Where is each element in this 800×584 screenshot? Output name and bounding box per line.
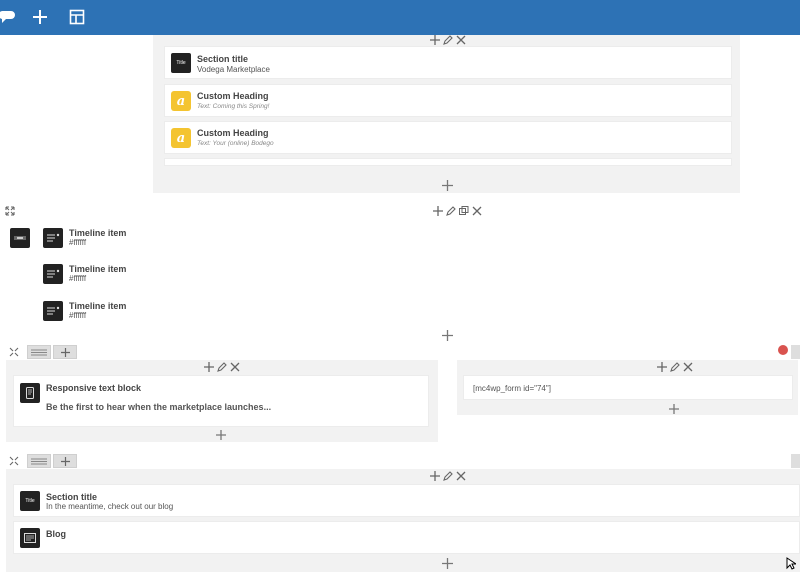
shortcode-card[interactable]: [mc4wp_form id="74"] [463, 375, 793, 400]
add-element-icon[interactable] [31, 8, 49, 26]
timeline-controls [433, 206, 482, 216]
title-thumb-icon: Title [171, 53, 191, 73]
element-title: Responsive text block [46, 383, 142, 393]
column-left-controls [204, 362, 240, 372]
timeline-item-icon [43, 264, 63, 284]
cursor-icon [786, 557, 798, 573]
element-title: Section title [197, 54, 249, 64]
close-icon[interactable] [230, 362, 240, 372]
timeline-item-subtitle: #ffffff [69, 238, 87, 247]
close-icon[interactable] [472, 206, 482, 216]
responsive-text-icon [20, 383, 40, 403]
custom-heading-icon: a [171, 128, 191, 148]
blog-icon [20, 528, 40, 548]
element-subtitle: Vodega Marketplace [197, 65, 270, 74]
custom-heading-icon: a [171, 91, 191, 111]
element-subtitle: Text: Coming this Spring! [197, 103, 270, 110]
timeline-item-title: Timeline item [69, 228, 127, 238]
title-thumb-icon: Title [20, 491, 40, 511]
close-icon[interactable] [456, 35, 466, 45]
timeline-icon [10, 228, 30, 248]
add-element-icon[interactable] [442, 558, 453, 572]
scroll-stub [791, 454, 800, 468]
element-title: Custom Heading [197, 128, 269, 138]
add-icon[interactable] [204, 362, 214, 372]
status-dot [778, 345, 788, 355]
element-subtitle: Text: Your (online) Bodego [197, 140, 274, 147]
edit-icon[interactable] [443, 471, 453, 481]
add-element-icon[interactable] [216, 430, 226, 443]
timeline-item-icon [43, 228, 63, 248]
element-card[interactable]: Blog [13, 521, 800, 554]
element-card[interactable]: Title Section title In the meantime, che… [13, 484, 800, 517]
timeline-item-subtitle: #ffffff [69, 274, 87, 283]
timeline-item-icon [43, 301, 63, 321]
row-layout-button[interactable] [27, 454, 51, 468]
element-title: Section title [46, 492, 98, 502]
expand-icon[interactable] [9, 456, 19, 469]
edit-icon[interactable] [443, 35, 453, 45]
top-toolbar [0, 0, 800, 35]
add-icon[interactable] [430, 35, 440, 45]
add-element-icon[interactable] [442, 330, 453, 344]
add-icon[interactable] [433, 206, 443, 216]
bubble-icon[interactable] [0, 8, 16, 26]
element-title: Custom Heading [197, 91, 269, 101]
scroll-stub [791, 345, 800, 359]
add-icon[interactable] [657, 362, 667, 372]
element-card[interactable]: Title Section title Vodega Marketplace [164, 46, 732, 79]
add-icon[interactable] [430, 471, 440, 481]
row4-controls [430, 471, 466, 481]
element-card[interactable]: Responsive text block Be the first to he… [13, 375, 429, 427]
add-column-button[interactable] [53, 454, 77, 468]
timeline-item-subtitle: #ffffff [69, 311, 87, 320]
shortcode-text: [mc4wp_form id="74"] [473, 384, 551, 393]
row-layout-button[interactable] [27, 345, 51, 359]
expand-icon[interactable] [9, 347, 19, 360]
top-section-controls [430, 35, 466, 45]
edit-icon[interactable] [446, 206, 456, 216]
add-element-icon[interactable] [669, 404, 679, 417]
clone-icon[interactable] [459, 206, 469, 216]
edit-icon[interactable] [670, 362, 680, 372]
add-element-icon[interactable] [442, 180, 453, 194]
column-right-controls [657, 362, 693, 372]
element-title: Blog [46, 529, 66, 539]
timeline-item-title: Timeline item [69, 301, 127, 311]
close-icon[interactable] [456, 471, 466, 481]
element-text: Be the first to hear when the marketplac… [46, 402, 272, 412]
close-icon[interactable] [683, 362, 693, 372]
add-column-button[interactable] [53, 345, 77, 359]
timeline-item-title: Timeline item [69, 264, 127, 274]
element-card[interactable] [164, 158, 732, 166]
edit-icon[interactable] [217, 362, 227, 372]
layout-icon[interactable] [68, 8, 86, 26]
element-card[interactable]: a Custom Heading Text: Coming this Sprin… [164, 84, 732, 117]
expand-icon[interactable] [5, 206, 15, 219]
element-card[interactable]: a Custom Heading Text: Your (online) Bod… [164, 121, 732, 154]
element-subtitle: In the meantime, check out our blog [46, 502, 174, 511]
